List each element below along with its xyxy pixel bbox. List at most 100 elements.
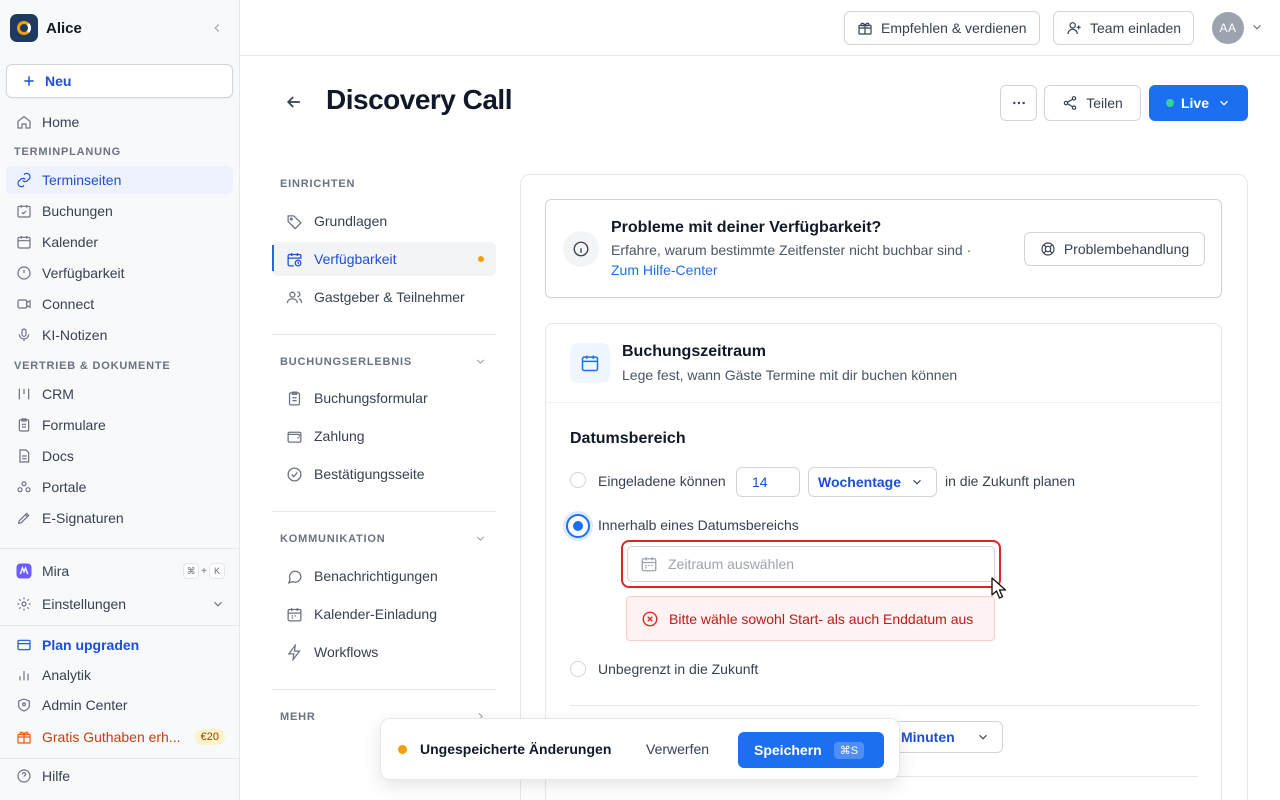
sidebar-item-e-signaturen[interactable]: E-Signaturen <box>6 504 233 532</box>
sidebar-item-gratis-guthaben[interactable]: Gratis Guthaben erh... €20 <box>6 723 233 751</box>
troubleshoot-button[interactable]: Problembehandlung <box>1024 232 1205 266</box>
share-button[interactable]: Teilen <box>1044 85 1141 121</box>
tag-icon <box>284 211 304 231</box>
banner-description: Erfahre, warum bestimmte Zeitfenster nic… <box>611 242 972 258</box>
section-description: Lege fest, wann Gäste Termine mit dir bu… <box>622 367 958 383</box>
pen-icon <box>14 508 34 528</box>
subnav-item-verfuegbarkeit[interactable]: Verfügbarkeit <box>272 242 496 276</box>
sidebar-item-ki-notizen[interactable]: KI-Notizen <box>6 321 233 349</box>
radio-date-range[interactable] <box>566 514 590 538</box>
chevron-down-icon <box>1220 100 1228 106</box>
sidebar-item-verfuegbarkeit[interactable]: Verfügbarkeit <box>6 259 233 287</box>
mira-icon <box>14 561 34 581</box>
sidebar-item-label: KI-Notizen <box>42 327 108 343</box>
new-button[interactable]: Neu <box>6 64 233 98</box>
sidebar-item-docs[interactable]: Docs <box>6 442 233 470</box>
subnav-item-gastgeber[interactable]: Gastgeber & Teilnehmer <box>272 280 496 314</box>
crm-icon <box>14 384 34 404</box>
minutes-select[interactable]: Minuten <box>890 721 1003 753</box>
sidebar-item-mira[interactable]: Mira ⌘ + K <box>6 557 233 585</box>
gear-icon <box>14 594 34 614</box>
kbd-plus: + <box>201 565 207 577</box>
sidebar-item-portale[interactable]: Portale <box>6 473 233 501</box>
bolt-icon <box>284 642 304 662</box>
sidebar-item-label: Analytik <box>42 667 92 683</box>
sidebar-item-crm[interactable]: CRM <box>6 380 233 408</box>
row-divider <box>570 705 1198 706</box>
help-icon <box>14 766 34 786</box>
credit-card-icon <box>14 635 34 655</box>
subnav-item-buchungsformular[interactable]: Buchungsformular <box>272 381 496 415</box>
subnav-item-grundlagen[interactable]: Grundlagen <box>272 204 496 238</box>
date-range-picker[interactable]: Zeitraum auswählen <box>627 546 995 582</box>
sidebar-item-home[interactable]: Home <box>6 108 233 136</box>
error-circle-icon <box>642 611 658 626</box>
sidebar-item-label: E-Signaturen <box>42 510 124 526</box>
collapse-sidebar-icon[interactable] <box>210 21 224 35</box>
subnav-item-label: Benachrichtigungen <box>314 568 438 584</box>
chevron-down-icon[interactable] <box>1250 20 1264 34</box>
sidebar-item-terminseiten[interactable]: Terminseiten <box>6 166 233 194</box>
chevron-down-icon[interactable] <box>474 532 487 545</box>
sidebar-item-label: Formulare <box>42 417 106 433</box>
chat-icon <box>284 566 304 586</box>
days-input[interactable]: 14 <box>736 467 800 497</box>
calendar-icon <box>284 604 304 624</box>
invite-team-button[interactable]: Team einladen <box>1053 11 1195 45</box>
more-options-button[interactable] <box>1000 85 1037 121</box>
sidebar-item-connect[interactable]: Connect <box>6 290 233 318</box>
home-icon <box>14 112 34 132</box>
users-icon <box>284 287 304 307</box>
sidebar-item-hilfe[interactable]: Hilfe <box>6 762 233 790</box>
day-type-select[interactable]: Wochentage <box>808 467 937 497</box>
sidebar-item-admin-center[interactable]: Admin Center <box>6 691 233 719</box>
help-center-link[interactable]: Zum Hilfe-Center <box>611 262 718 278</box>
sidebar-item-plan-upgraden[interactable]: Plan upgraden <box>6 631 233 659</box>
sidebar-item-einstellungen[interactable]: Einstellungen <box>6 590 233 618</box>
subnav-item-workflows[interactable]: Workflows <box>272 635 496 669</box>
chevron-down-icon[interactable] <box>474 355 487 368</box>
document-icon <box>14 446 34 466</box>
check-circle-icon <box>284 464 304 484</box>
new-button-label: Neu <box>45 73 72 89</box>
sidebar-item-label: Connect <box>42 296 95 312</box>
live-status-button[interactable]: Live <box>1149 85 1248 121</box>
refer-button-label: Empfehlen & verdienen <box>881 20 1027 36</box>
avatar[interactable]: AA <box>1212 12 1244 44</box>
troubleshoot-label: Problembehandlung <box>1063 241 1190 257</box>
video-icon <box>14 294 34 314</box>
wallet-icon <box>284 426 304 446</box>
chevron-down-icon <box>211 597 225 611</box>
sidebar-item-kalender[interactable]: Kalender <box>6 228 233 256</box>
workspace-switcher[interactable]: Alice <box>10 13 230 43</box>
subnav-item-kalender-einladung[interactable]: Kalender-Einladung <box>272 597 496 631</box>
subnav-section-communication: KOMMUNIKATION <box>280 533 386 545</box>
sidebar-item-analytik[interactable]: Analytik <box>6 661 233 689</box>
back-arrow-icon[interactable] <box>284 92 304 112</box>
save-button[interactable]: Speichern ⌘S <box>738 732 884 768</box>
radio-rolling-days[interactable] <box>570 472 586 488</box>
subnav-item-label: Workflows <box>314 644 379 660</box>
discard-button[interactable]: Verwerfen <box>646 741 709 757</box>
rolling-suffix-label: in die Zukunft planen <box>945 473 1075 489</box>
subnav-item-benachrichtigungen[interactable]: Benachrichtigungen <box>272 559 496 593</box>
share-icon <box>1063 96 1077 110</box>
unsaved-changes-bar: Ungespeicherte Änderungen Verwerfen Spei… <box>380 718 900 780</box>
subnav-item-zahlung[interactable]: Zahlung <box>272 419 496 453</box>
kbd-key: ⌘ <box>183 563 200 579</box>
refer-button[interactable]: Empfehlen & verdienen <box>844 11 1040 45</box>
section-divider <box>546 402 1221 403</box>
sidebar-item-buchungen[interactable]: Buchungen <box>6 197 233 225</box>
mic-icon <box>14 325 34 345</box>
link-icon <box>14 170 34 190</box>
sidebar-item-label: Portale <box>42 479 87 495</box>
subnav-item-bestaetigungsseite[interactable]: Bestätigungsseite <box>272 457 496 491</box>
subnav-item-label: Gastgeber & Teilnehmer <box>314 289 465 305</box>
kbd-key: K <box>209 563 225 579</box>
user-plus-icon <box>1067 22 1081 35</box>
sidebar-item-label: Gratis Guthaben erh... <box>42 729 181 745</box>
sidebar-item-formulare[interactable]: Formulare <box>6 411 233 439</box>
radio-unlimited[interactable] <box>570 661 586 677</box>
share-button-label: Teilen <box>1086 95 1123 111</box>
workspace-logo <box>10 14 38 42</box>
